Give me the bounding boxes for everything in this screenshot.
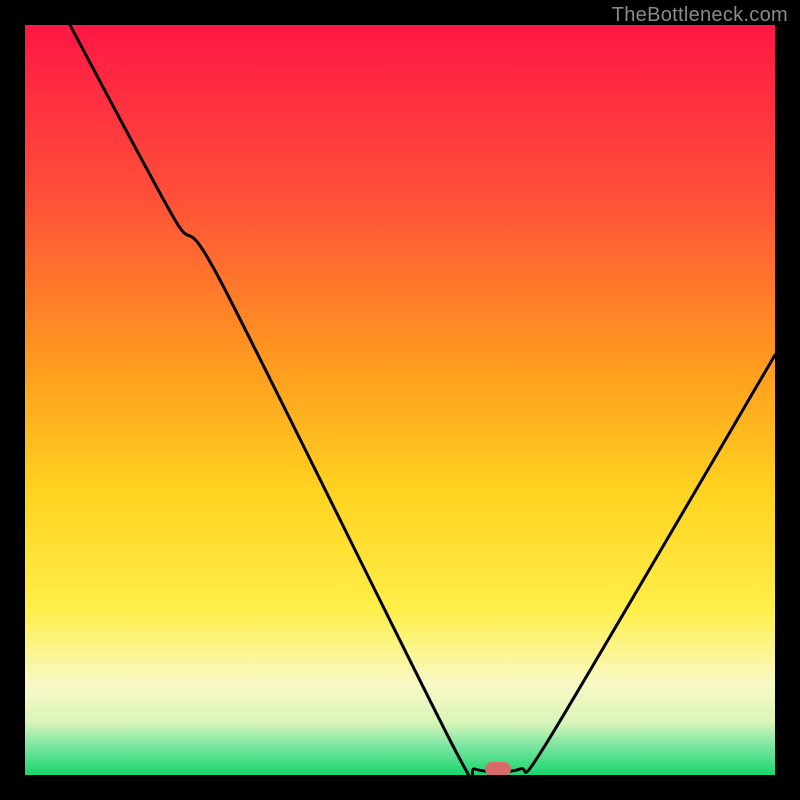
plot-area <box>25 25 775 775</box>
chart-frame: TheBottleneck.com <box>0 0 800 800</box>
attribution-text: TheBottleneck.com <box>612 4 788 27</box>
bottleneck-curve <box>25 25 775 775</box>
optimum-marker <box>485 762 511 775</box>
